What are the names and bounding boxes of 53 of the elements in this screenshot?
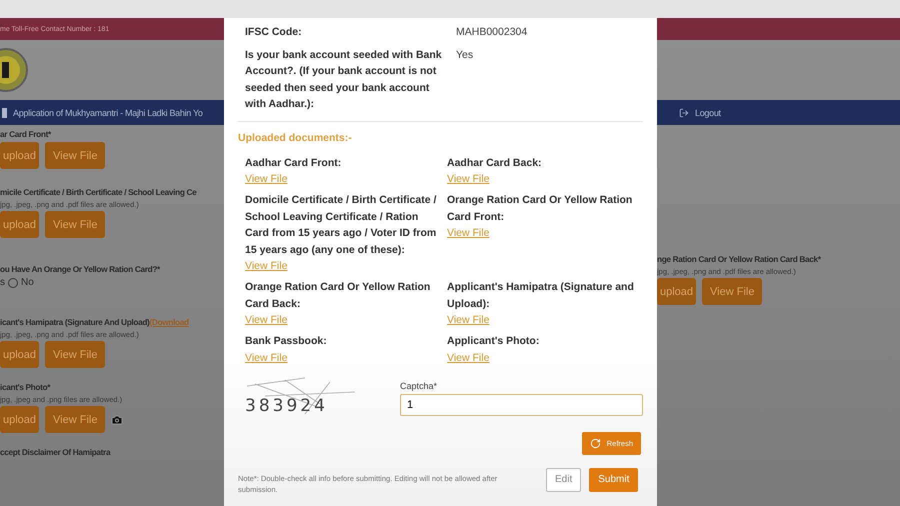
upload-button[interactable]: upload: [0, 211, 40, 238]
field-label: icant's Photo*: [0, 381, 52, 393]
upload-button[interactable]: upload: [0, 142, 40, 169]
view-file-link[interactable]: View File: [245, 171, 288, 187]
field-label: ar Card Front*: [0, 128, 52, 140]
view-file-button[interactable]: View File: [45, 406, 106, 433]
view-file-link[interactable]: View File: [447, 312, 490, 328]
upload-button[interactable]: upload: [0, 406, 40, 433]
document-label: Applicant's Photo:: [447, 334, 540, 349]
upload-button[interactable]: upload: [657, 278, 696, 305]
radio-label: s: [0, 277, 5, 288]
detail-label: Is your bank account seeded with Bank Account?. (If your bank account is not seeded then seed your bank account with Aadhar.):: [245, 48, 443, 112]
document-label: Aadhar Card Front:: [245, 156, 342, 170]
camera-icon[interactable]: [111, 414, 124, 426]
captcha-input[interactable]: 1: [400, 394, 643, 416]
detail-value: Yes: [456, 48, 474, 62]
section-heading: Uploaded documents:-: [238, 132, 353, 144]
view-file-button[interactable]: View File: [702, 278, 762, 305]
radio-button[interactable]: [8, 278, 18, 288]
document-label: Applicant's Hamipatra (Signature and Upload):: [447, 280, 635, 312]
field-label: micile Certificate / Birth Certificate / School Leaving Ce: [0, 186, 198, 198]
refresh-icon: [590, 438, 601, 448]
view-file-link[interactable]: View File: [447, 225, 490, 241]
captcha-label: Captcha*: [400, 380, 438, 390]
detail-value: MAHB0002304: [456, 25, 528, 40]
view-file-link[interactable]: View File: [447, 171, 490, 187]
field-label: ou Have An Orange Or Yellow Ration Card?*: [0, 263, 162, 275]
view-file-link[interactable]: View File: [447, 350, 490, 366]
edit-button[interactable]: Edit: [546, 468, 582, 492]
document-label: Domicile Certificate / Birth Certificate / School Leaving Certificate / Ration Card from 15 years ago / Voter ID from 15 years ago (any one of these):: [245, 193, 438, 258]
field-label: icant's Hamipatra (Signature And Upload)(Download: [0, 316, 190, 328]
download-link[interactable]: (Download: [149, 317, 189, 327]
field-label: nge Ration Card Or Yellow Ration Card Back*: [657, 253, 822, 265]
emblem-logo: [0, 47, 28, 93]
view-file-link[interactable]: View File: [245, 350, 288, 366]
captcha-code: 383924: [245, 396, 328, 416]
logout-icon: [679, 108, 689, 118]
document-label: Bank Passbook:: [245, 334, 327, 349]
field-label: ccept Disclaimer Of Hamipatra: [0, 446, 112, 458]
view-file-button[interactable]: View File: [45, 211, 106, 238]
logout-link[interactable]: Logout: [695, 108, 721, 118]
document-label: Orange Ration Card Or Yellow Ration Card Front:: [447, 193, 634, 224]
radio-label: No: [21, 277, 34, 288]
view-file-button[interactable]: View File: [45, 142, 106, 169]
submit-button[interactable]: Submit: [589, 468, 638, 492]
nav-title: Application of Mukhyamantri - Majhi Ladki Bahin Yo: [13, 108, 203, 118]
view-file-button[interactable]: View File: [45, 341, 106, 368]
upload-button[interactable]: upload: [0, 341, 40, 368]
view-file-link[interactable]: View File: [245, 312, 288, 328]
view-file-link[interactable]: View File: [245, 258, 288, 274]
detail-label: IFSC Code:: [245, 25, 303, 40]
document-label: Orange Ration Card Or Yellow Ration Card Back:: [245, 280, 432, 312]
document-label: Aadhar Card Back:: [447, 156, 542, 170]
